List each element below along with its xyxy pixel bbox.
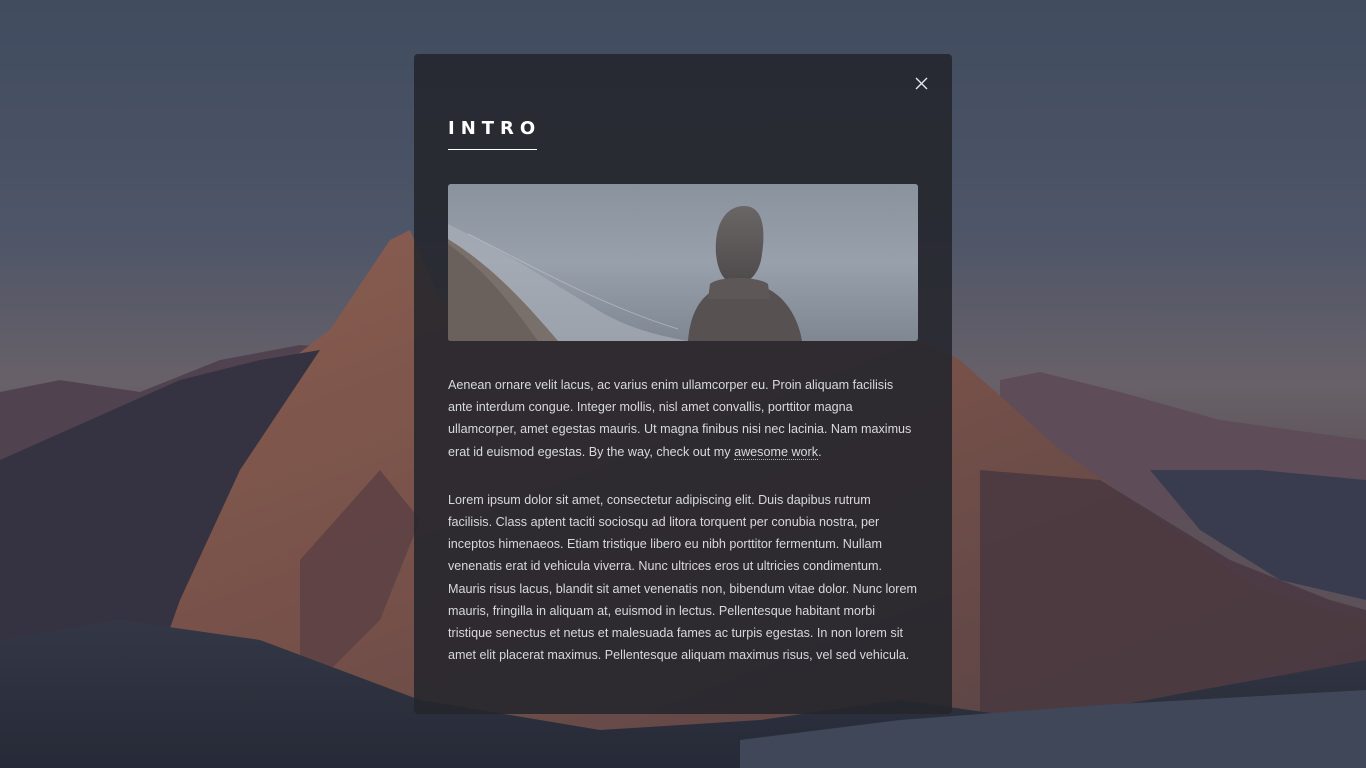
hero-image xyxy=(448,184,918,341)
modal-title-wrap: INTRO xyxy=(448,118,537,150)
intro-modal: INTRO Aenean ornare velit lacus, ac vari… xyxy=(414,54,952,714)
paragraph-2: Lorem ipsum dolor sit amet, consectetur … xyxy=(448,492,917,663)
paragraph-1-end: . xyxy=(818,444,822,459)
close-icon[interactable] xyxy=(915,77,928,90)
close-button[interactable] xyxy=(908,70,934,96)
paragraph-1: Aenean ornare velit lacus, ac varius eni… xyxy=(448,374,918,463)
modal-body: Aenean ornare velit lacus, ac varius eni… xyxy=(448,374,918,692)
paragraph-1-text: Aenean ornare velit lacus, ac varius eni… xyxy=(448,378,912,459)
modal-title: INTRO xyxy=(448,118,537,150)
hooded-figure-on-beach-image xyxy=(448,184,918,341)
awesome-work-link[interactable]: awesome work xyxy=(734,444,819,460)
